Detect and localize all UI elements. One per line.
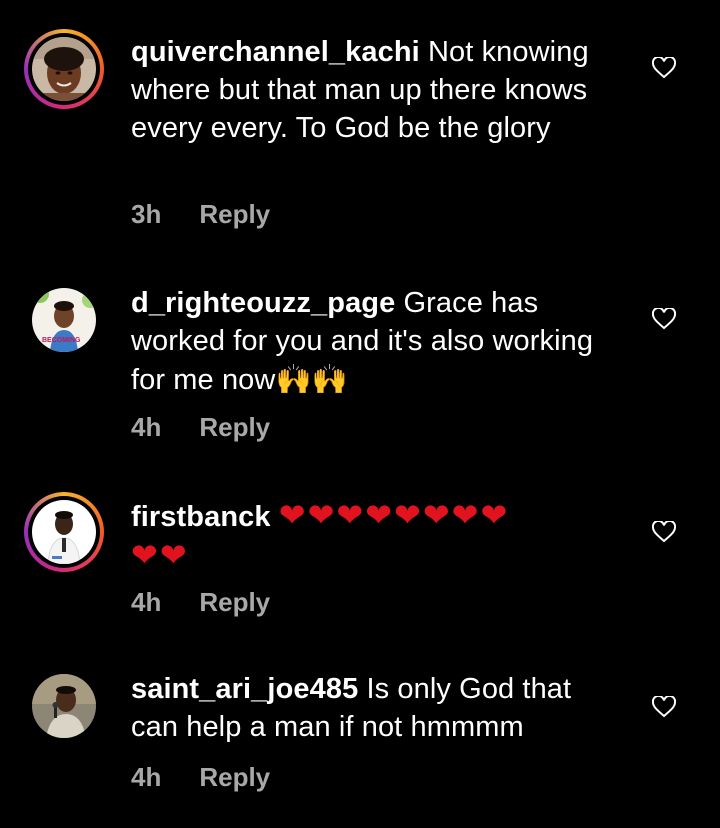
avatar[interactable]: BECOMING <box>24 280 104 360</box>
comment-username[interactable]: saint_ari_joe485 <box>131 673 358 705</box>
comment-time: 4h <box>131 412 162 442</box>
comment-meta: 4h Reply <box>131 587 270 618</box>
raised-hands-emoji: 🙌🙌 <box>275 362 348 396</box>
comment-username[interactable]: d_righteouzz_page <box>131 287 395 319</box>
like-heart-icon[interactable] <box>652 696 676 718</box>
comment-text: d_righteouzz_page Grace has worked for y… <box>131 284 621 399</box>
like-heart-icon[interactable] <box>652 521 676 543</box>
comment-time: 4h <box>131 762 162 792</box>
comment-text: saint_ari_joe485 Is only God that can he… <box>131 670 621 746</box>
avatar[interactable] <box>24 29 104 109</box>
comment-username[interactable]: quiverchannel_kachi <box>131 36 420 68</box>
red-heart-emoji: ❤❤❤❤❤❤❤❤ <box>278 496 510 534</box>
reply-button[interactable]: Reply <box>199 412 270 442</box>
red-heart-emoji: ❤❤ <box>131 536 189 574</box>
comment-meta: 4h Reply <box>131 762 270 793</box>
avatar[interactable] <box>24 666 104 746</box>
like-heart-icon[interactable] <box>652 57 676 79</box>
woman-selfie-avatar <box>32 37 96 101</box>
comment-text: quiverchannel_kachi Not knowing where bu… <box>131 33 621 147</box>
comment-meta: 3h Reply <box>131 199 270 230</box>
reply-button[interactable]: Reply <box>199 762 270 792</box>
man-white-shirt-avatar <box>32 500 96 564</box>
comment-time: 4h <box>131 587 162 617</box>
comment-username[interactable]: firstbanck <box>131 501 271 533</box>
avatar[interactable] <box>24 492 104 572</box>
comment-meta: 4h Reply <box>131 412 270 443</box>
reply-button[interactable]: Reply <box>199 199 270 229</box>
man-portrait-avatar: BECOMING <box>32 288 96 352</box>
reply-button[interactable]: Reply <box>199 587 270 617</box>
comment-text: firstbanck ❤❤❤❤❤❤❤❤ ❤❤ <box>131 496 621 576</box>
like-heart-icon[interactable] <box>652 308 676 330</box>
avatar-caption: BECOMING <box>42 337 81 344</box>
man-microphone-avatar <box>32 674 96 738</box>
comment-time: 3h <box>131 199 162 229</box>
